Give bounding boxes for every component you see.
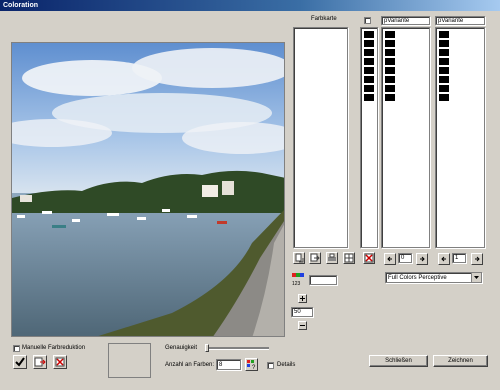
close-button[interactable]: Schließen (369, 355, 428, 367)
variant-b-list[interactable] (435, 27, 485, 248)
remove-color-button[interactable] (53, 355, 67, 369)
color-swatch[interactable] (385, 40, 395, 47)
color-swatch[interactable] (385, 94, 395, 101)
manual-reduction-label: Manuelle Farbreduktion (22, 345, 86, 351)
arrow-left-icon (441, 256, 446, 262)
plus-icon (300, 296, 305, 301)
variant-a-index-field[interactable]: 0 (398, 253, 412, 263)
color-swatch[interactable] (385, 76, 395, 83)
color-swatch[interactable] (364, 31, 374, 38)
color-swatch[interactable] (385, 31, 395, 38)
num-colors-value: 8 (219, 362, 223, 368)
printer-icon (328, 253, 336, 261)
color-swatch[interactable] (439, 67, 449, 74)
variant-a-index-value: 0 (401, 255, 405, 261)
pick-icon (34, 357, 46, 367)
color-swatch[interactable] (364, 85, 374, 92)
variant-enable-checkbox[interactable] (364, 17, 371, 24)
print-button[interactable] (326, 252, 338, 264)
manual-reduction-checkbox[interactable] (13, 345, 20, 352)
export-palette-button[interactable] (309, 252, 321, 264)
import-icon (295, 253, 304, 263)
variant-a-next-button[interactable] (416, 253, 428, 265)
variant-a-list[interactable] (381, 27, 430, 248)
details-checkbox[interactable] (267, 362, 274, 369)
color-swatch[interactable] (385, 58, 395, 65)
color-swatch[interactable] (439, 31, 449, 38)
color-swatch[interactable] (439, 49, 449, 56)
accuracy-slider[interactable] (205, 344, 269, 352)
color-swatch[interactable] (439, 85, 449, 92)
variant-b-name-field[interactable]: pVariante (435, 16, 485, 25)
import-palette-button[interactable] (293, 252, 305, 264)
zoom-value: 50 (294, 309, 301, 315)
num-colors-label: Anzahl an Farben: (165, 362, 215, 368)
variant-b-prev-button[interactable] (438, 253, 450, 265)
color-swatch[interactable] (364, 94, 374, 101)
accuracy-slider-thumb[interactable] (205, 344, 209, 352)
color-swatch[interactable] (364, 76, 374, 83)
arrow-right-icon (475, 256, 480, 262)
color-swatch[interactable] (364, 40, 374, 47)
swatch-column[interactable] (360, 27, 378, 248)
svg-text:?: ? (252, 365, 256, 370)
variant-b-name-value: pVariante (438, 18, 464, 24)
svg-text:123: 123 (292, 281, 301, 286)
apply-button[interactable] (13, 355, 27, 369)
checkmark-icon (15, 357, 25, 367)
color-swatch[interactable] (385, 67, 395, 74)
details-label: Details (277, 362, 296, 368)
color-palette-icon: ? (247, 360, 256, 370)
color-swatch[interactable] (385, 49, 395, 56)
chevron-down-icon (474, 276, 479, 279)
variant-b-index-value: 1 (455, 255, 459, 261)
minus-icon (300, 325, 305, 326)
farbkarte-label: Farbkarte (311, 16, 337, 22)
color-swatch[interactable] (364, 67, 374, 74)
mode-select-value: Full Colors Perceptive (388, 275, 447, 281)
export-icon (310, 253, 320, 262)
variant-a-prev-button[interactable] (384, 253, 396, 265)
image-preview (11, 42, 285, 337)
farbkarte-list[interactable] (293, 27, 348, 248)
pick-color-button[interactable] (33, 355, 47, 369)
delete-color-button[interactable] (363, 252, 375, 264)
draw-button[interactable]: Zeichnen (433, 355, 488, 367)
accuracy-label: Genauigkeit (165, 345, 198, 351)
variant-b-next-button[interactable] (471, 253, 483, 265)
mode-select-dropdown-button[interactable] (471, 273, 481, 282)
color-swatch[interactable] (439, 40, 449, 47)
window-titlebar: Coloration (0, 0, 500, 11)
num-colors-spinner[interactable]: ? (245, 358, 258, 371)
color-count-field[interactable] (309, 275, 337, 285)
remove-icon (55, 357, 65, 367)
color-swatch[interactable] (439, 76, 449, 83)
color-swatch[interactable] (385, 85, 395, 92)
zoom-out-button[interactable] (298, 321, 307, 330)
window-title: Coloration (3, 2, 38, 9)
grid-view-button[interactable] (343, 252, 355, 264)
color-swatch[interactable] (364, 49, 374, 56)
arrow-right-icon (420, 256, 425, 262)
zoom-field[interactable]: 50 (291, 307, 313, 317)
zoom-in-button[interactable] (298, 294, 307, 303)
delete-icon (364, 253, 374, 263)
color-count-icon: 123 (291, 272, 305, 287)
color-swatch[interactable] (439, 94, 449, 101)
variant-a-name-value: pVariante (384, 18, 410, 24)
arrow-left-icon (387, 256, 392, 262)
grid-icon (344, 253, 354, 263)
color-swatch[interactable] (364, 58, 374, 65)
color-preview (108, 343, 151, 378)
color-swatch[interactable] (439, 58, 449, 65)
num-colors-field[interactable]: 8 (216, 359, 241, 370)
variant-b-index-field[interactable]: 1 (452, 253, 466, 263)
variant-a-name-field[interactable]: pVariante (381, 16, 430, 25)
mode-select[interactable]: Full Colors Perceptive (385, 272, 482, 283)
